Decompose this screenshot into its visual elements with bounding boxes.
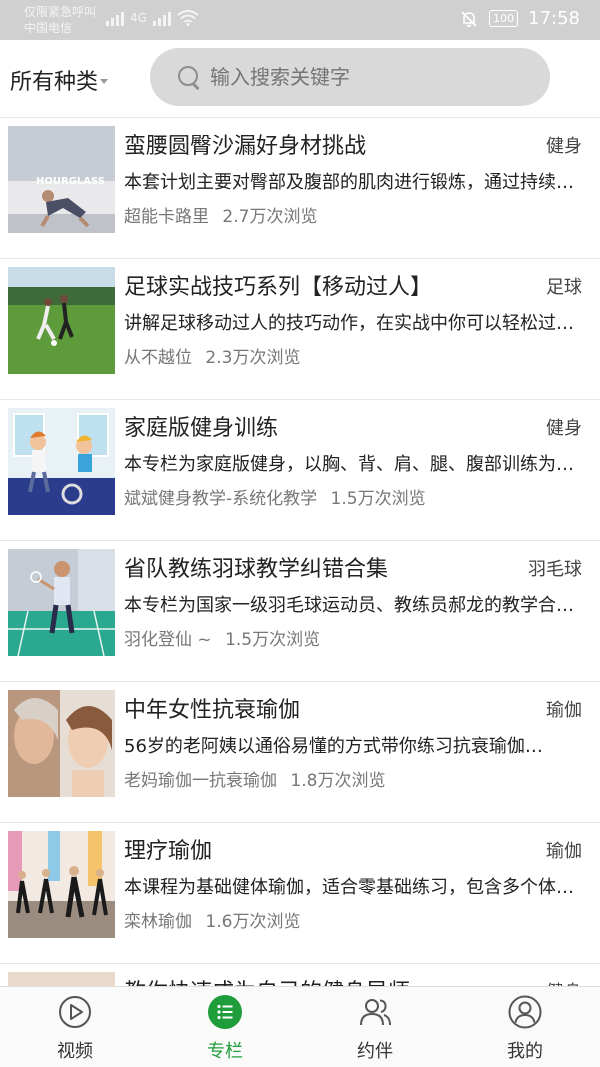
thumbnail-caption: HOURGLASS xyxy=(36,176,105,187)
item-title: 足球实战技巧系列【移动过人】 xyxy=(124,275,433,300)
bottom-nav: 视频 专栏 约伴 我的 xyxy=(0,986,600,1067)
nav-tab-me[interactable]: 我的 xyxy=(450,987,600,1067)
item-author: 羽化登仙 ~ xyxy=(124,630,212,650)
thumbnail-image xyxy=(8,831,115,938)
signal-icon xyxy=(106,10,124,26)
network-type: 4G xyxy=(130,11,147,25)
play-circle-icon xyxy=(59,996,91,1028)
nav-tab-columns[interactable]: 专栏 xyxy=(150,987,300,1067)
list-item[interactable]: 足球实战技巧系列【移动过人】 足球 讲解足球移动过人的技巧动作，在实战中你可以轻… xyxy=(0,259,600,400)
search-bar[interactable] xyxy=(150,48,550,106)
status-bar: 仅限紧急呼叫 中国电信 4G 100 17:58 xyxy=(0,0,600,40)
item-description: 本课程为基础健体瑜伽，适合零基础练习，包含多个体式… xyxy=(124,877,579,898)
signal-indicators: 4G xyxy=(106,10,199,26)
mute-bell-icon xyxy=(461,10,477,27)
item-title: 中年女性抗衰瑜伽 xyxy=(124,698,301,723)
item-meta: 老妈瑜伽一抗衰瑜伽 1.8万次浏览 xyxy=(124,766,385,791)
list-icon xyxy=(208,995,242,1029)
user-icon xyxy=(508,995,542,1029)
item-description: 56岁的老阿姨以通俗易懂的方式带你练习抗衰瑜伽… xyxy=(124,736,543,757)
chevron-down-icon xyxy=(100,78,109,84)
thumbnail-image xyxy=(8,408,115,515)
item-category-tag: 瑜伽 xyxy=(546,700,582,721)
list-item[interactable]: 省队教练羽球教学纠错合集 羽毛球 本专栏为国家一级羽毛球运动员、教练员郝龙的教学… xyxy=(0,541,600,682)
battery-indicator: 100 xyxy=(489,10,519,27)
item-author: 超能卡路里 xyxy=(124,207,209,227)
item-meta: 从不越位 2.3万次浏览 xyxy=(124,343,300,368)
item-category-tag: 羽毛球 xyxy=(528,559,582,580)
wifi-icon xyxy=(177,10,199,26)
item-meta: 栾林瑜伽 1.6万次浏览 xyxy=(124,907,300,932)
item-description: 本专栏为家庭版健身，以胸、背、肩、腿、腹部训练为主… xyxy=(124,454,579,475)
app-header: 所有种类 xyxy=(0,40,600,118)
item-title: 省队教练羽球教学纠错合集 xyxy=(124,557,389,582)
item-category-tag: 足球 xyxy=(546,277,582,298)
nav-label: 视频 xyxy=(57,1041,93,1062)
item-views: 2.7万次浏览 xyxy=(222,207,318,227)
category-label: 所有种类 xyxy=(10,70,99,95)
item-views: 1.5万次浏览 xyxy=(225,630,321,650)
item-title: 家庭版健身训练 xyxy=(124,416,279,441)
item-views: 1.5万次浏览 xyxy=(330,489,426,509)
item-views: 1.6万次浏览 xyxy=(205,912,301,932)
item-category-tag: 瑜伽 xyxy=(546,841,582,862)
nav-tab-videos[interactable]: 视频 xyxy=(0,987,150,1067)
list-item[interactable]: 理疗瑜伽 瑜伽 本课程为基础健体瑜伽，适合零基础练习，包含多个体式… 栾林瑜伽 … xyxy=(0,823,600,964)
status-right: 100 17:58 xyxy=(459,8,580,29)
item-title: 蛮腰圆臀沙漏好身材挑战 xyxy=(124,134,367,159)
search-input[interactable] xyxy=(210,65,530,89)
item-author: 老妈瑜伽一抗衰瑜伽 xyxy=(124,771,277,791)
item-description: 本专栏为国家一级羽毛球运动员、教练员郝龙的教学合集… xyxy=(124,595,579,616)
thumbnail-image xyxy=(8,690,115,797)
list-item[interactable]: 中年女性抗衰瑜伽 瑜伽 56岁的老阿姨以通俗易懂的方式带你练习抗衰瑜伽… 老妈瑜… xyxy=(0,682,600,823)
thumbnail-image xyxy=(8,267,115,374)
item-meta: 超能卡路里 2.7万次浏览 xyxy=(124,202,317,227)
item-title: 理疗瑜伽 xyxy=(124,839,213,864)
item-description: 本套计划主要对臀部及腹部的肌肉进行锻炼，通过持续训练… xyxy=(124,172,579,193)
people-icon xyxy=(360,999,391,1026)
clock: 17:58 xyxy=(528,8,580,29)
item-meta: 斌斌健身教学-系统化教学 1.5万次浏览 xyxy=(124,484,426,509)
thumbnail-image xyxy=(8,549,115,656)
carrier-info: 仅限紧急呼叫 中国电信 xyxy=(24,4,96,36)
item-description: 讲解足球移动过人的技巧动作，在实战中你可以轻松过人… xyxy=(124,313,579,334)
carrier-line-2: 中国电信 xyxy=(24,21,73,35)
nav-label: 我的 xyxy=(507,1041,543,1062)
signal-icon-2 xyxy=(152,10,171,26)
carrier-line-1: 仅限紧急呼叫 xyxy=(24,5,97,19)
item-views: 2.3万次浏览 xyxy=(205,348,301,368)
list-item[interactable]: HOURGLASS 蛮腰圆臀沙漏好身材挑战 健身 本套计划主要对臀部及腹部的肌肉… xyxy=(0,118,600,259)
thumbnail-image: HOURGLASS xyxy=(8,126,115,233)
nav-label: 约伴 xyxy=(357,1041,393,1062)
item-author: 斌斌健身教学-系统化教学 xyxy=(124,489,318,509)
nav-label: 专栏 xyxy=(207,1041,243,1062)
item-views: 1.8万次浏览 xyxy=(290,771,386,791)
item-category-tag: 健身 xyxy=(546,418,582,439)
item-category-tag: 健身 xyxy=(546,136,582,157)
item-meta: 羽化登仙 ~ 1.5万次浏览 xyxy=(124,625,320,650)
item-author: 栾林瑜伽 xyxy=(124,912,192,932)
list-item[interactable]: 家庭版健身训练 健身 本专栏为家庭版健身，以胸、背、肩、腿、腹部训练为主… 斌斌… xyxy=(0,400,600,541)
search-icon xyxy=(176,64,202,90)
item-author: 从不越位 xyxy=(124,348,192,368)
column-list: HOURGLASS 蛮腰圆臀沙漏好身材挑战 健身 本套计划主要对臀部及腹部的肌肉… xyxy=(0,118,600,1067)
category-dropdown[interactable]: 所有种类 xyxy=(10,64,109,96)
nav-tab-partners[interactable]: 约伴 xyxy=(300,987,450,1067)
